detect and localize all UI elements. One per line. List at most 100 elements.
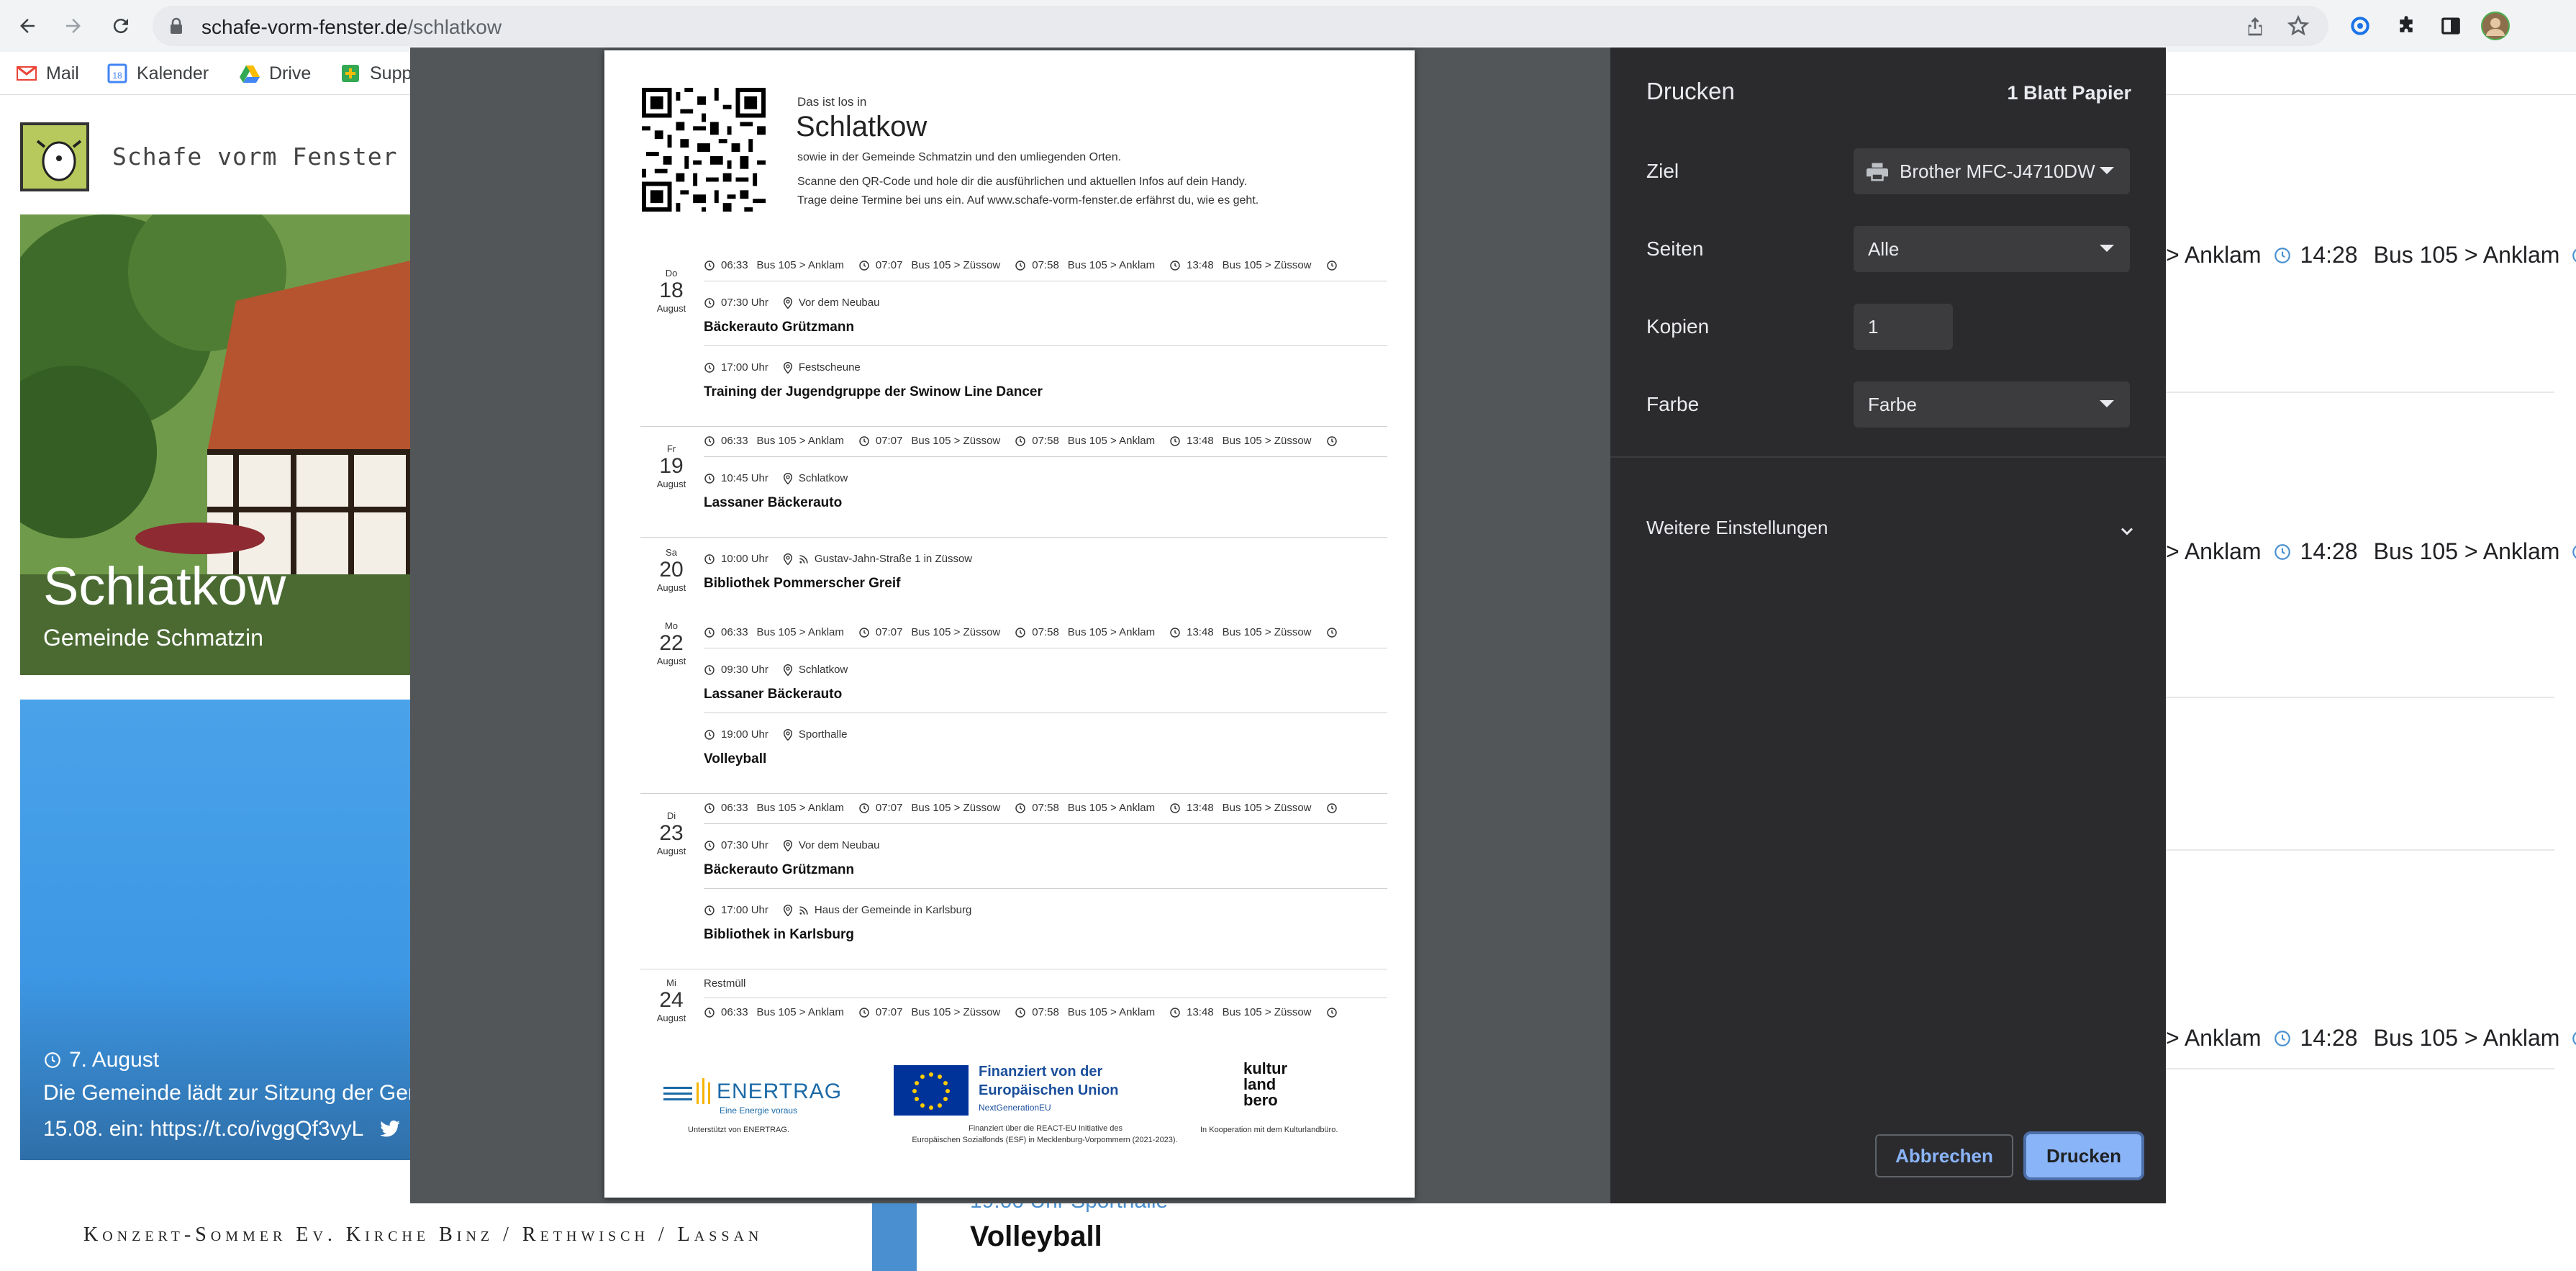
event-meta: 19:00 Uhr Sporthalle — [704, 728, 847, 741]
destination-select[interactable]: Brother MFC-J4710DW — [1854, 148, 2130, 194]
address-bar[interactable]: schafe-vorm-fenster.de/schlatkow — [153, 6, 2328, 46]
bus-time: 07:07 — [875, 802, 903, 814]
konzert-banner[interactable]: Konzert-Sommer Ev. Kirche Binz / Rethwis… — [83, 1223, 763, 1247]
color-select[interactable]: Farbe — [1854, 381, 2130, 428]
clock-icon — [1015, 260, 1025, 271]
extension-1-icon[interactable] — [2344, 10, 2376, 42]
day-label: Sa 20 August — [656, 547, 686, 593]
sheep-logo[interactable] — [20, 122, 89, 191]
divider — [704, 345, 1387, 346]
site-brand[interactable]: Schafe vorm Fenster — [112, 143, 398, 171]
lock-icon — [171, 17, 182, 34]
event-time: 07:30 Uhr — [721, 297, 768, 309]
profile-avatar[interactable] — [2480, 10, 2511, 42]
bus-route: Bus 105 > Anklam — [1067, 802, 1156, 814]
share-icon[interactable] — [2244, 14, 2267, 37]
eu-line2: Europäischen Union — [979, 1082, 1119, 1098]
cancel-button[interactable]: Abbrechen — [1875, 1134, 2013, 1177]
clock-icon — [704, 297, 715, 308]
chevron-down-icon — [2100, 167, 2114, 174]
chevron-down-icon — [2100, 400, 2114, 407]
divider — [2166, 1068, 2554, 1069]
print-button[interactable]: Drucken — [2026, 1134, 2141, 1177]
day-label: Mi 24 August — [656, 977, 686, 1023]
event-place: Haus der Gemeinde in Karlsburg — [814, 904, 972, 916]
bus-route: Bus 105 > Züssow — [911, 259, 1001, 271]
event-title: Bäckerauto Grützmann — [704, 862, 855, 877]
bg-event-title[interactable]: Volleyball — [970, 1221, 1102, 1253]
clock-icon — [704, 802, 715, 813]
bus-route: Bus 105 > Anklam — [1067, 259, 1156, 271]
forward-button[interactable] — [56, 9, 91, 43]
bus-row: > Anklam 14:28 Bus 105 > Anklam — [2166, 538, 2576, 565]
eu-note-1: Finanziert über die REACT-EU Initiative … — [969, 1124, 1123, 1133]
news-date: 7. August — [43, 1048, 159, 1072]
pages-select[interactable]: Alle — [1854, 226, 2130, 272]
bus-time: 06:33 — [721, 435, 748, 447]
day-label: Mo 22 August — [656, 620, 686, 666]
divider — [704, 823, 1387, 824]
bookmark-drive[interactable]: Drive — [239, 60, 311, 86]
bus-schedule-row: 06:33 Bus 105 > Anklam 07:07 Bus 105 > Züss… — [704, 435, 1343, 447]
printer-icon — [1867, 163, 1888, 181]
print-settings-panel: Drucken 1 Blatt Papier Ziel Brother MFC-… — [1610, 48, 2166, 1203]
clock-icon — [2274, 1030, 2290, 1046]
more-settings-toggle[interactable]: Weitere Einstellungen — [1610, 508, 2166, 551]
bus-route: Bus 105 > Züssow — [911, 626, 1001, 638]
location-pin-icon — [783, 839, 792, 851]
divider — [1610, 456, 2166, 458]
bus-route: Bus 105 > Züssow — [911, 1006, 1001, 1018]
reload-button[interactable] — [104, 9, 138, 43]
url-text: schafe-vorm-fenster.de/schlatkow — [201, 16, 502, 38]
preview-intro-3: Trage deine Termine bei uns ein. Auf www… — [797, 194, 1259, 207]
divider — [640, 537, 1387, 538]
clock-icon — [1326, 1007, 1337, 1018]
bookmark-calendar[interactable]: 18 Kalender — [106, 60, 209, 86]
side-panel-icon[interactable] — [2435, 10, 2467, 42]
bookmark-mail[interactable]: Mail — [16, 60, 79, 86]
clock-icon — [704, 473, 715, 484]
clock-icon — [704, 627, 715, 638]
clock-icon — [2572, 1031, 2576, 1045]
bus-time: 07:58 — [1032, 626, 1059, 638]
bus-schedule-row: 06:33 Bus 105 > Anklam 07:07 Bus 105 > Züss… — [704, 802, 1343, 814]
copies-input[interactable]: 1 — [1854, 304, 1953, 350]
event-place: Schlatkow — [798, 472, 848, 484]
clock-icon — [45, 1052, 60, 1068]
pages-label: Seiten — [1646, 238, 1704, 260]
clock-icon — [1015, 627, 1025, 638]
clock-icon — [2274, 543, 2290, 560]
twitter-icon — [380, 1120, 401, 1137]
bus-route: Bus 105 > Züssow — [1222, 1006, 1312, 1018]
puzzle-icon[interactable] — [2390, 10, 2422, 42]
eu-line1: Finanziert von der — [979, 1064, 1103, 1080]
news-card[interactable]: 7. August Die Gemeinde lädt zur Sitzung … — [20, 700, 438, 1160]
preview-intro-2: Scanne den QR-Code und hole dir die ausf… — [797, 176, 1248, 188]
eu-note-2: Europäischen Sozialfonds (ESF) in Meckle… — [912, 1136, 1178, 1144]
drive-icon — [240, 65, 260, 83]
event-time: 17:00 Uhr — [721, 361, 768, 374]
back-button[interactable] — [10, 9, 45, 43]
location-pin-icon — [783, 728, 792, 741]
clock-icon — [704, 664, 715, 675]
clock-icon — [1326, 627, 1337, 638]
event-title: Bibliothek Pommerscher Greif — [704, 576, 901, 591]
clock-icon — [704, 435, 715, 446]
event-meta: 07:30 Uhr Vor dem Neubau — [704, 839, 879, 851]
clock-icon — [1015, 1007, 1025, 1018]
arrow-left-icon — [20, 19, 35, 33]
bus-time: 13:48 — [1187, 626, 1214, 638]
hero-subtitle: Gemeinde Schmatzin — [43, 625, 263, 651]
bus-route: Bus 105 > Anklam — [756, 435, 844, 447]
divider — [2166, 392, 2554, 393]
bus-route: Bus 105 > Anklam — [1067, 435, 1156, 447]
divider — [640, 793, 1387, 794]
chevron-down-icon — [2100, 245, 2114, 252]
clock-icon — [704, 729, 715, 740]
clock-icon — [1015, 802, 1025, 813]
event-meta: 07:30 Uhr Vor dem Neubau — [704, 297, 879, 309]
bookmark-support[interactable]: Supp — [340, 60, 412, 86]
star-icon[interactable] — [2287, 14, 2310, 37]
bus-row: > Anklam 14:28 Bus 105 > Anklam — [2166, 242, 2576, 268]
bus-route: Bus 105 > Züssow — [1222, 259, 1312, 271]
